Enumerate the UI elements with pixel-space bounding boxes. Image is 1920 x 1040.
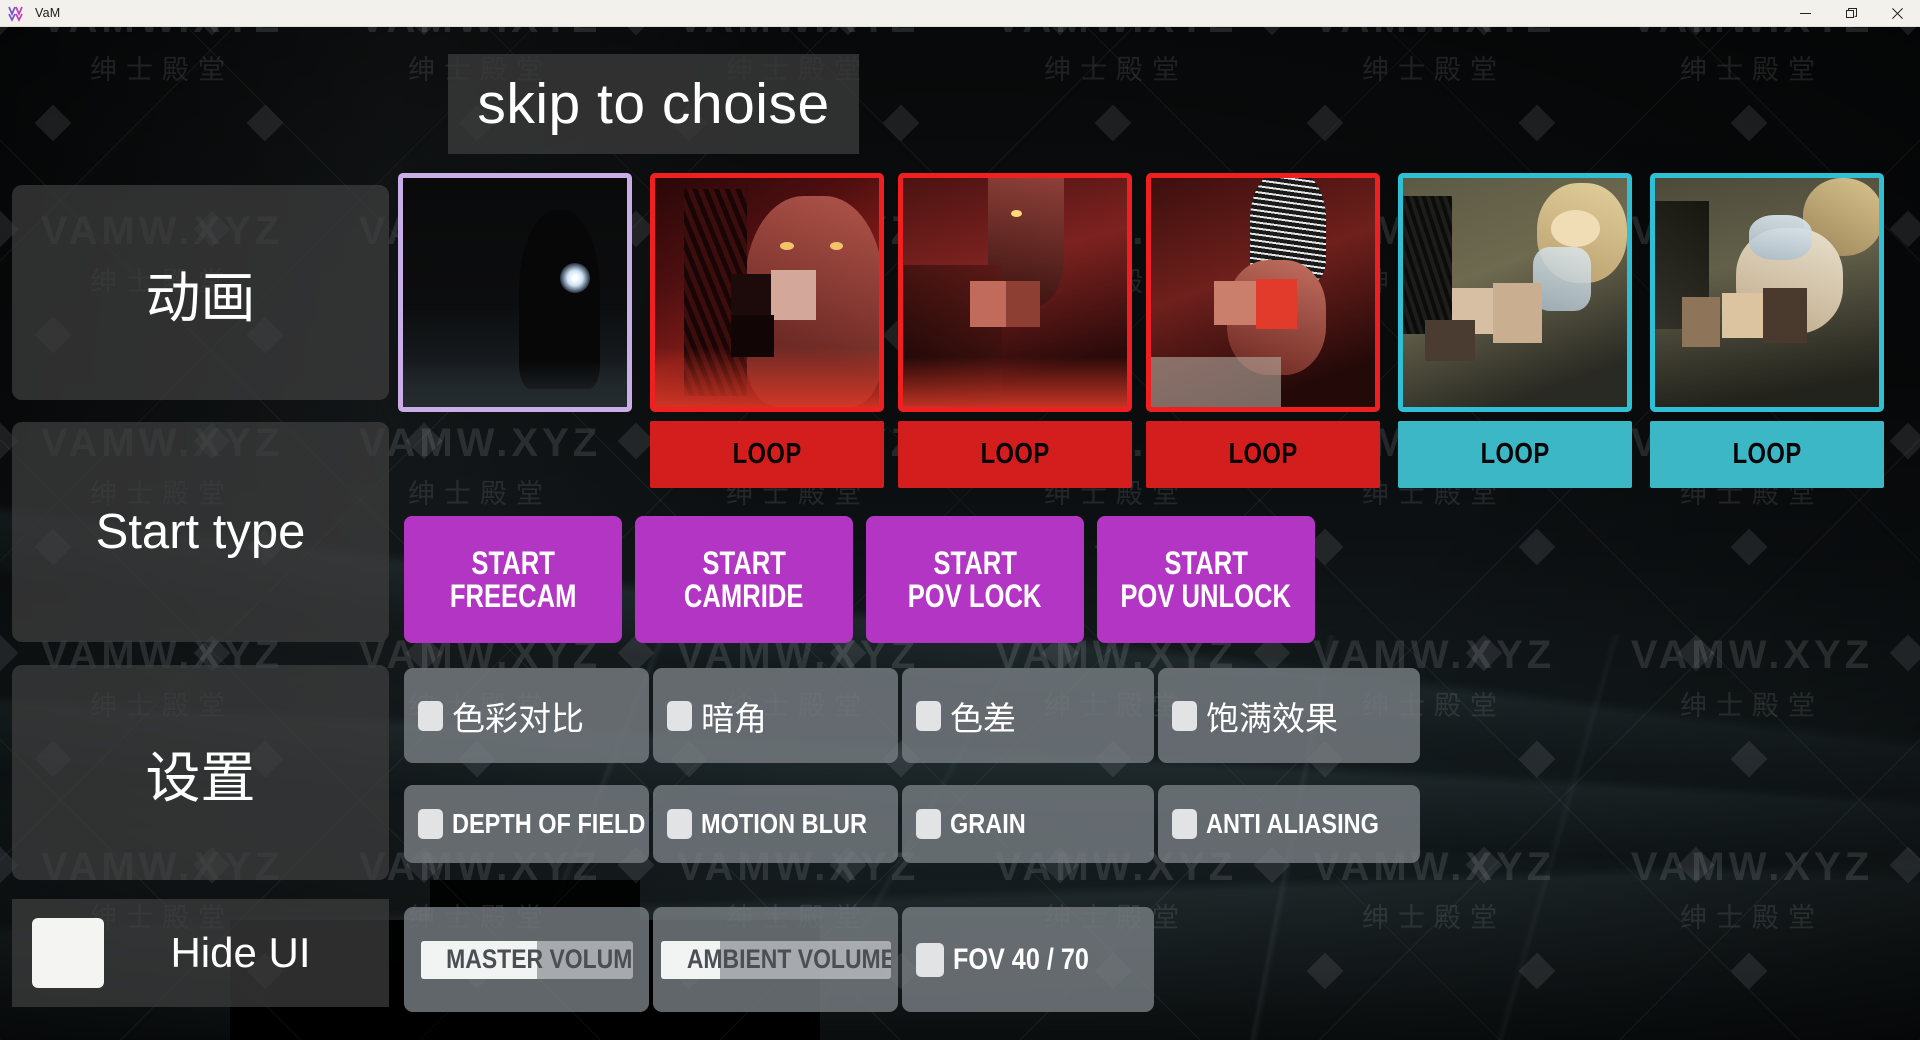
minimize-icon[interactable] (1782, 0, 1828, 27)
setting-chromatic-aberration-label: 色差 (950, 698, 1016, 738)
setting-vignette[interactable]: 暗角 (653, 668, 898, 763)
setting-anti-aliasing-label: ANTI ALIASING (1206, 808, 1379, 839)
setting-color-contrast[interactable]: 色彩对比 (404, 668, 649, 763)
setting-grain-label: GRAIN (950, 808, 1026, 839)
setting-motion-blur-checkbox[interactable] (667, 809, 692, 839)
setting-bloom-checkbox[interactable] (1172, 700, 1197, 731)
ambient-volume-slider[interactable]: AMBIENT VOLUME (653, 907, 898, 1012)
settings-grid: 色彩对比 暗角 色差 饱满效果 DEPTH OF FIELD MOTION BLUR GRA… (0, 27, 1920, 1040)
master-volume-slider[interactable]: MASTER VOLUME (404, 907, 649, 1012)
setting-vignette-checkbox[interactable] (667, 700, 692, 731)
setting-motion-blur-label: MOTION BLUR (701, 808, 867, 839)
setting-grain-checkbox[interactable] (916, 809, 941, 839)
setting-chromatic-aberration-checkbox[interactable] (916, 700, 941, 731)
setting-bloom[interactable]: 饱满效果 (1158, 668, 1420, 763)
setting-chromatic-aberration[interactable]: 色差 (902, 668, 1154, 763)
setting-color-contrast-checkbox[interactable] (418, 700, 443, 731)
ambient-volume-slider-label: AMBIENT VOLUME (686, 944, 891, 974)
ambient-volume-slider-track[interactable]: AMBIENT VOLUME (660, 940, 891, 979)
window-titlebar: VaM (0, 0, 1920, 27)
setting-fov-label: FOV 40 / 70 (953, 942, 1089, 976)
game-viewport: VAMW.XYZ绅士殿堂VAMW.XYZ绅士殿堂VAMW.XYZ绅士殿堂VAMW… (0, 27, 1920, 1040)
master-volume-slider-track[interactable]: MASTER VOLUME (420, 940, 633, 979)
setting-depth-of-field-label: DEPTH OF FIELD (452, 808, 646, 839)
setting-motion-blur[interactable]: MOTION BLUR (653, 785, 898, 863)
setting-color-contrast-label: 色彩对比 (452, 698, 584, 738)
setting-fov-checkbox[interactable] (916, 942, 944, 977)
master-volume-slider-label: MASTER VOLUME (445, 944, 633, 974)
window-title: VaM (35, 6, 61, 20)
setting-vignette-label: 暗角 (701, 698, 767, 738)
window-controls (1782, 0, 1920, 27)
setting-bloom-label: 饱满效果 (1206, 698, 1338, 738)
setting-fov[interactable]: FOV 40 / 70 (902, 907, 1154, 1012)
close-icon[interactable] (1874, 0, 1920, 27)
setting-anti-aliasing[interactable]: ANTI ALIASING (1158, 785, 1420, 863)
restore-icon[interactable] (1828, 0, 1874, 27)
setting-depth-of-field-checkbox[interactable] (418, 809, 443, 839)
vam-logo-icon (7, 3, 27, 23)
setting-depth-of-field[interactable]: DEPTH OF FIELD (404, 785, 649, 863)
setting-grain[interactable]: GRAIN (902, 785, 1154, 863)
setting-anti-aliasing-checkbox[interactable] (1172, 809, 1197, 839)
